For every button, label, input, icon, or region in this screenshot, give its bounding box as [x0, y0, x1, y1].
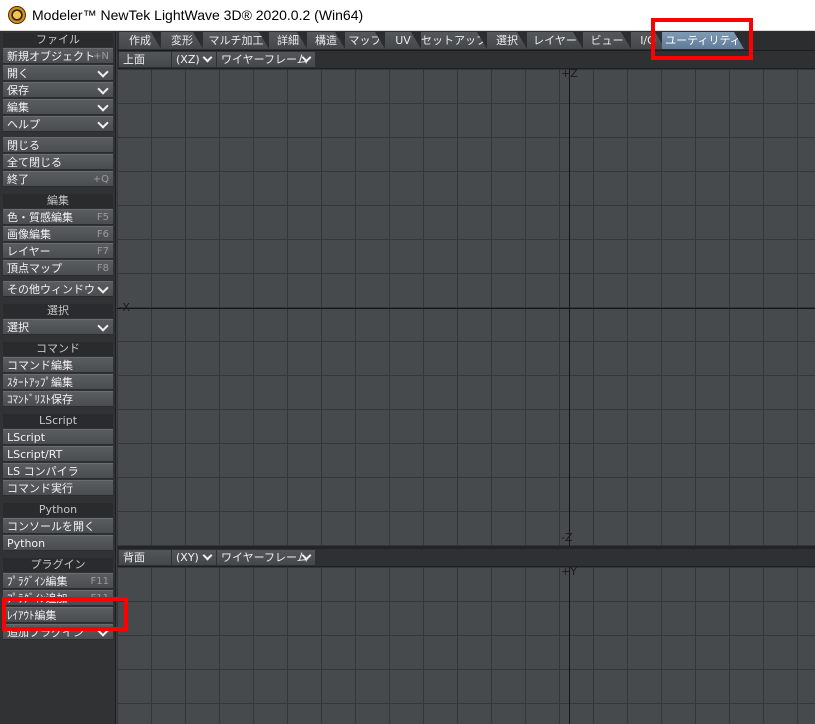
- axis-label-pos-z: +Z: [561, 67, 578, 80]
- tab-create[interactable]: 作成: [119, 32, 161, 49]
- select-group: 選択 選択: [3, 304, 113, 335]
- lscript-rt-button[interactable]: LScript/RT: [3, 446, 113, 462]
- surface-editor-button[interactable]: 色・質感編集 F5: [3, 209, 113, 225]
- quit-button[interactable]: 終了 +Q: [3, 171, 113, 187]
- help-dropdown[interactable]: ヘルプ: [3, 116, 113, 132]
- chevron-down-icon: [97, 66, 109, 78]
- image-editor-button[interactable]: 画像編集 F6: [3, 226, 113, 242]
- lscript-group-header: LScript: [3, 414, 113, 428]
- save-command-list-button[interactable]: ｺﾏﾝﾄﾞﾘｽﾄ保存: [3, 391, 113, 407]
- tab-layer[interactable]: レイヤー: [527, 32, 583, 49]
- view-plane-dropdown[interactable]: (XZ): [172, 52, 216, 67]
- new-object-button[interactable]: 新規オブジェクト +N: [3, 48, 113, 64]
- python-group-header: Python: [3, 503, 113, 517]
- view-label: 背面: [119, 550, 171, 565]
- tab-detail[interactable]: 詳細: [269, 32, 307, 49]
- view-plane-dropdown[interactable]: (XY): [172, 550, 216, 565]
- other-windows-dropdown[interactable]: その他ウィンドウ: [3, 281, 113, 297]
- tab-uv[interactable]: UV: [385, 32, 421, 49]
- utilities-tab-highlight: [651, 18, 753, 60]
- lightwave-app-icon: [8, 6, 26, 24]
- command-group-header: コマンド: [3, 342, 113, 356]
- y-axis-line: [569, 567, 570, 724]
- render-mode-dropdown[interactable]: ワイヤーフレーム: [217, 52, 315, 67]
- close-button[interactable]: 閉じる: [3, 137, 113, 153]
- back-viewport[interactable]: +Y: [117, 565, 815, 724]
- chevron-down-icon: [202, 52, 213, 63]
- open-console-button[interactable]: コンソールを開く: [3, 518, 113, 534]
- lscript-button[interactable]: LScript: [3, 429, 113, 445]
- chevron-down-icon: [97, 320, 109, 332]
- vertex-map-button[interactable]: 頂点マップ F8: [3, 260, 113, 276]
- render-mode-dropdown[interactable]: ワイヤーフレーム: [217, 550, 315, 565]
- command-edit-button[interactable]: コマンド編集: [3, 357, 113, 373]
- startup-edit-button[interactable]: ｽﾀｰﾄｱｯﾌﾟ編集: [3, 374, 113, 390]
- chevron-down-icon: [97, 100, 109, 112]
- run-command-button[interactable]: コマンド実行: [3, 480, 113, 496]
- close-all-button[interactable]: 全て閉じる: [3, 154, 113, 170]
- edit-plugins-button[interactable]: ﾌﾟﾗｸﾞｲﾝ編集 F11: [3, 573, 113, 589]
- axis-label-pos-y: +Y: [561, 565, 577, 578]
- tab-multiply[interactable]: マルチ加工: [203, 32, 269, 49]
- lscript-group: LScript LScript LScript/RT LS コンパイラ コマンド…: [3, 414, 113, 496]
- select-group-header: 選択: [3, 304, 113, 318]
- file-group: ファイル 新規オブジェクト +N 開く 保存 編集 ヘルプ 閉じる 全て閉じる 終…: [3, 33, 113, 187]
- select-dropdown[interactable]: 選択: [3, 319, 113, 335]
- python-button[interactable]: Python: [3, 535, 113, 551]
- axis-label-neg-z: -Z: [561, 531, 573, 544]
- edit-group: 編集 色・質感編集 F5 画像編集 F6 レイヤー F7 頂点マップ F8 その他ウィン…: [3, 194, 113, 297]
- chevron-down-icon: [97, 117, 109, 129]
- tab-map[interactable]: マップ: [345, 32, 385, 49]
- tab-setup[interactable]: セットアップ: [421, 32, 487, 49]
- chevron-down-icon: [97, 83, 109, 95]
- save-dropdown[interactable]: 保存: [3, 82, 113, 98]
- ls-compiler-button[interactable]: LS コンパイラ: [3, 463, 113, 479]
- python-group: Python コンソールを開く Python: [3, 503, 113, 551]
- view-label: 上面: [119, 52, 171, 67]
- edit-group-header: 編集: [3, 194, 113, 208]
- layers-button[interactable]: レイヤー F7: [3, 243, 113, 259]
- tab-construct[interactable]: 構造: [307, 32, 345, 49]
- x-axis-line: [117, 308, 815, 309]
- tab-select[interactable]: 選択: [487, 32, 527, 49]
- axis-label-neg-x: -X: [119, 301, 130, 314]
- open-dropdown[interactable]: 開く: [3, 65, 113, 81]
- chevron-down-icon: [97, 282, 109, 294]
- back-viewport-header: 背面 (XY) ワイヤーフレーム: [117, 549, 815, 567]
- tab-modify[interactable]: 変形: [161, 32, 203, 49]
- file-group-header: ファイル: [3, 33, 113, 47]
- chevron-down-icon: [202, 550, 213, 561]
- command-group: コマンド コマンド編集 ｽﾀｰﾄｱｯﾌﾟ編集 ｺﾏﾝﾄﾞﾘｽﾄ保存: [3, 342, 113, 407]
- plugin-group-header: プラグイン: [3, 558, 113, 572]
- add-plugins-highlight: [2, 597, 128, 631]
- tab-view[interactable]: ビュー: [583, 32, 631, 49]
- window-title: Modeler™ NewTek LightWave 3D® 2020.0.2 (…: [32, 7, 364, 23]
- edit-dropdown[interactable]: 編集: [3, 99, 113, 115]
- top-viewport[interactable]: +Z -Z -X: [117, 67, 815, 546]
